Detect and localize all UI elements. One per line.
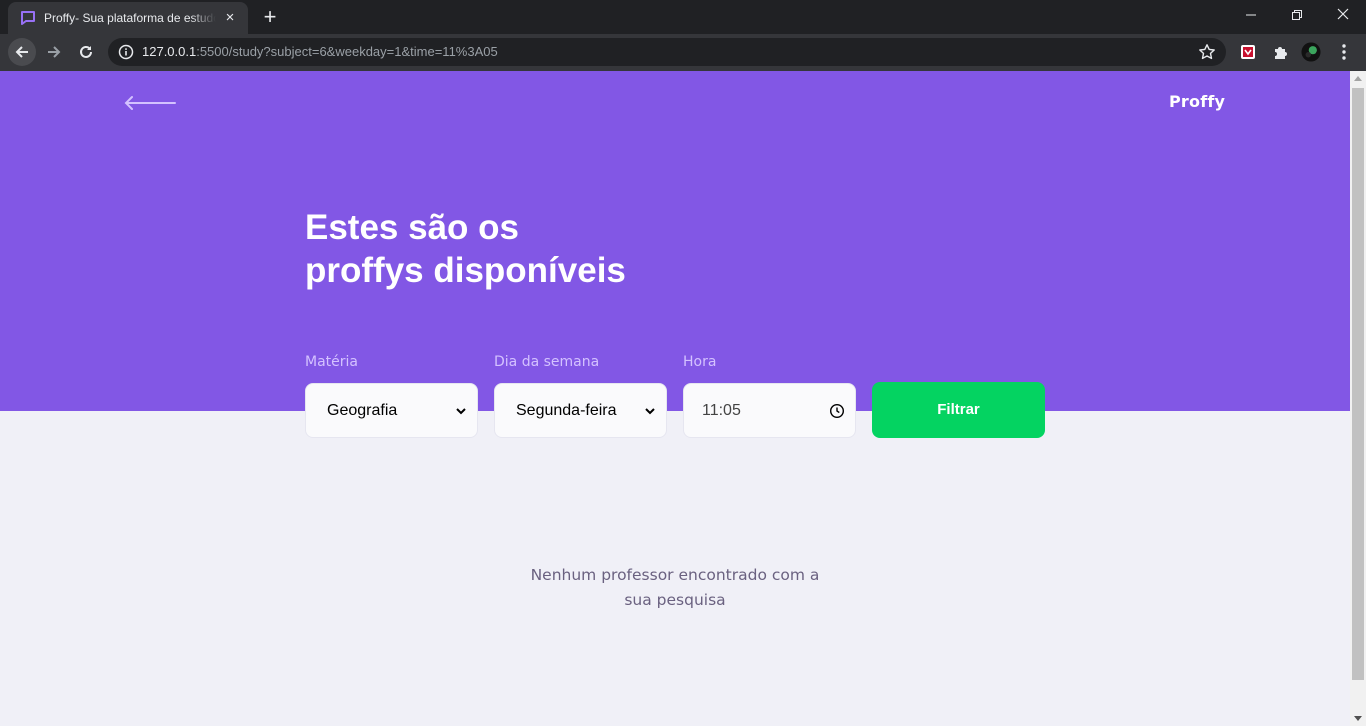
arrow-left-icon [15, 46, 28, 58]
subject-select-value: Geografia [327, 401, 398, 419]
close-icon [1337, 8, 1349, 20]
filter-button[interactable]: Filtrar [872, 382, 1045, 438]
chevron-down-icon [456, 407, 466, 414]
back-button[interactable] [8, 38, 36, 66]
empty-results-message: Nenhum professor encontrado com a sua pe… [500, 563, 850, 613]
time-label: Hora [683, 354, 717, 370]
page-title-line-2: proffys disponíveis [305, 251, 626, 290]
time-input[interactable]: 11:05 [683, 383, 856, 438]
subject-label: Matéria [305, 354, 358, 370]
reload-button[interactable] [72, 38, 100, 66]
minimize-icon [1246, 14, 1256, 16]
restore-button[interactable] [1274, 0, 1320, 30]
extensions-button[interactable] [1270, 42, 1290, 62]
restore-icon [1292, 10, 1302, 20]
star-icon[interactable] [1198, 43, 1216, 61]
page-title: Estes são os proffys disponíveis [305, 206, 626, 292]
weekday-select[interactable]: Segunda-feira [494, 383, 667, 438]
page-title-line-1: Estes são os [305, 208, 519, 247]
address-bar[interactable]: 127.0.0.1:5500/study?subject=6&weekday=1… [108, 38, 1226, 66]
subject-select[interactable]: Geografia [305, 383, 478, 438]
more-vertical-icon [1342, 44, 1346, 60]
new-tab-button[interactable]: + [259, 6, 281, 29]
url-text: 127.0.0.1:5500/study?subject=6&weekday=1… [142, 38, 498, 66]
browser-toolbar: 127.0.0.1:5500/study?subject=6&weekday=1… [0, 34, 1366, 71]
logo: Proffy [1169, 92, 1226, 111]
profile-button[interactable] [1301, 42, 1321, 62]
puzzle-icon [1275, 47, 1287, 59]
browser-menu-button[interactable] [1334, 42, 1354, 62]
page-study: Proffy Estes são os proffys disponíveis … [0, 71, 1350, 726]
empty-results-line-1: Nenhum professor encontrado com a [530, 566, 820, 584]
scroll-down-arrow-icon[interactable] [1354, 716, 1362, 721]
reload-icon [80, 45, 92, 58]
page-scrollbar[interactable] [1350, 71, 1366, 726]
close-window-button[interactable] [1320, 0, 1366, 30]
shield-icon [1241, 45, 1255, 59]
browser-tab[interactable]: Proffy- Sua plataforma de estudos online… [8, 2, 248, 34]
minimize-button[interactable] [1228, 0, 1274, 30]
weekday-label: Dia da semana [494, 354, 600, 370]
browser-tab-strip: Proffy- Sua plataforma de estudos online… [0, 0, 1366, 34]
close-tab-icon[interactable]: × [222, 10, 238, 26]
extension-shield-button[interactable] [1238, 42, 1258, 62]
url-path: :5500/study?subject=6&weekday=1&time=11%… [196, 44, 498, 59]
chevron-down-icon [645, 407, 655, 414]
avatar-icon [1301, 42, 1321, 62]
arrow-left-icon[interactable] [124, 95, 176, 111]
chat-bubble-icon [21, 11, 35, 25]
url-host: 127.0.0.1 [142, 44, 197, 59]
scroll-up-arrow-icon[interactable] [1354, 76, 1362, 81]
clock-icon[interactable] [829, 403, 845, 419]
info-icon[interactable] [118, 44, 134, 60]
weekday-select-value: Segunda-feira [516, 401, 617, 419]
scroll-thumb[interactable] [1352, 88, 1364, 680]
arrow-right-icon [48, 46, 61, 58]
time-input-value: 11:05 [702, 401, 741, 419]
page-header: Proffy Estes são os proffys disponíveis [0, 71, 1350, 411]
empty-results-line-2: sua pesquisa [624, 591, 726, 609]
tab-title: Proffy- Sua plataforma de estudos online [44, 11, 216, 25]
forward-button[interactable] [40, 38, 68, 66]
